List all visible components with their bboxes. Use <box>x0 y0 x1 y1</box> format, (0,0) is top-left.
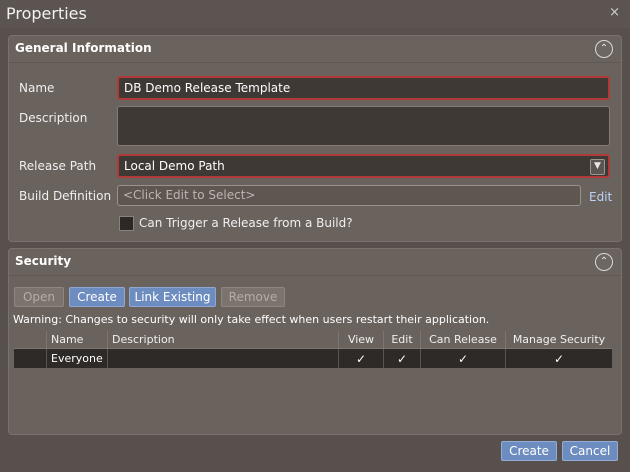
window-title: Properties <box>6 4 87 23</box>
trigger-checkbox[interactable] <box>119 216 134 231</box>
cancel-button[interactable]: Cancel <box>562 441 618 461</box>
row-description <box>107 348 339 368</box>
build-definition-label: Build Definition <box>19 189 112 203</box>
column-header-can-release[interactable]: Can Release <box>420 331 506 349</box>
general-information-panel: General Information ⌃ Name DB Demo Relea… <box>8 35 622 242</box>
release-path-select[interactable]: Local Demo Path ▼ <box>117 154 610 178</box>
build-definition-field[interactable]: <Click Edit to Select> <box>117 185 581 206</box>
view-checkbox[interactable]: ✓ <box>338 348 384 368</box>
release-path-label: Release Path <box>19 159 97 173</box>
release-path-value: Local Demo Path <box>124 159 225 173</box>
general-information-header: General Information ⌃ <box>9 36 621 63</box>
general-information-title: General Information <box>15 41 152 55</box>
open-button[interactable]: Open <box>14 287 64 307</box>
can-release-checkbox[interactable]: ✓ <box>420 348 506 368</box>
column-header-edit[interactable]: Edit <box>383 331 421 349</box>
security-header: Security ⌃ <box>9 249 621 276</box>
table-row[interactable]: Everyone ✓ ✓ ✓ ✓ <box>14 348 612 368</box>
create-button[interactable]: Create <box>69 287 125 307</box>
column-header-description[interactable]: Description <box>107 331 339 349</box>
security-warning: Warning: Changes to security will only t… <box>13 313 490 326</box>
name-label: Name <box>19 81 55 95</box>
security-panel: Security ⌃ Open Create Link Existing Rem… <box>8 248 622 435</box>
column-header-select <box>14 331 47 349</box>
edit-checkbox[interactable]: ✓ <box>383 348 421 368</box>
row-name: Everyone <box>46 348 108 368</box>
security-title: Security <box>15 254 72 268</box>
collapse-icon[interactable]: ⌃ <box>595 253 613 271</box>
column-header-name[interactable]: Name <box>46 331 108 349</box>
title-bar: Properties × <box>0 0 630 28</box>
edit-link[interactable]: Edit <box>589 190 612 204</box>
close-icon[interactable]: × <box>609 5 620 20</box>
security-table: Name Description View Edit Can Release M… <box>14 331 612 368</box>
chevron-down-icon: ▼ <box>590 159 605 175</box>
row-selector[interactable] <box>14 348 47 368</box>
description-field[interactable] <box>117 106 610 146</box>
collapse-icon[interactable]: ⌃ <box>595 40 613 58</box>
description-label: Description <box>19 111 88 125</box>
remove-button[interactable]: Remove <box>221 287 285 307</box>
trigger-label: Can Trigger a Release from a Build? <box>139 216 353 230</box>
column-header-view[interactable]: View <box>338 331 384 349</box>
link-existing-button[interactable]: Link Existing <box>129 287 216 307</box>
name-field[interactable]: DB Demo Release Template <box>117 76 610 100</box>
manage-security-checkbox[interactable]: ✓ <box>505 348 612 368</box>
column-header-manage-security[interactable]: Manage Security <box>506 331 613 349</box>
create-footer-button[interactable]: Create <box>501 441 557 461</box>
